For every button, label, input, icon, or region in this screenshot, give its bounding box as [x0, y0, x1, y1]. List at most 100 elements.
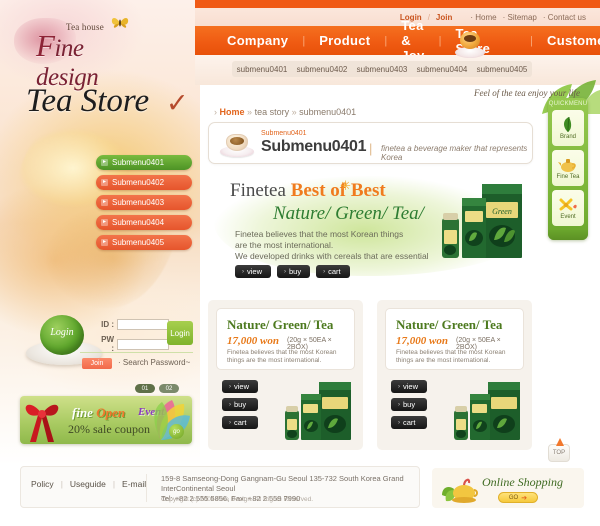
breadcrumb-tea-story[interactable]: tea story	[255, 107, 290, 117]
hero-cart-label: cart	[328, 267, 341, 276]
utility-contact-link[interactable]: · Contact us	[543, 13, 586, 22]
id-input[interactable]	[117, 319, 169, 330]
hero-cart-button[interactable]: › cart	[316, 265, 350, 278]
quickmenu-footer-strip	[548, 230, 588, 240]
quickmenu-panel: QUICKMENU Brand Fine Tea Event	[548, 98, 588, 240]
footer: Policy | Useguide | E-mail 159-8 Samseon…	[20, 466, 420, 508]
utility-home-label: Home	[475, 12, 497, 22]
sidebar-item-submenu0403[interactable]: ▸ Submenu0403	[96, 195, 192, 210]
star-icon: ✳	[340, 178, 351, 193]
event-banner-pagination: 01 02	[135, 384, 179, 393]
utility-sitemap-label: Sitemap	[507, 12, 537, 22]
nav-item-customer[interactable]: Customer	[533, 33, 600, 48]
hero-view-label: view	[247, 267, 263, 276]
title-teacup-icon	[220, 132, 254, 158]
utility-home-link[interactable]: · Home	[470, 13, 496, 22]
product-buy-label: buy	[403, 400, 416, 409]
arrow-icon: ›	[242, 268, 244, 275]
hero-description: Finetea believes that the most Korean th…	[235, 229, 429, 262]
hero-subtitle: Nature/ Green/ Tea/	[273, 203, 424, 224]
arrow-icon: ›	[398, 401, 400, 408]
event-tab-01[interactable]: 01	[135, 384, 155, 393]
product-buy-button[interactable]: › buy	[391, 398, 428, 411]
sidebar-item-submenu0404[interactable]: ▸ Submenu0404	[96, 215, 192, 230]
product-card-list: Nature/ Green/ Tea 17,000 won (20g × 50E…	[208, 300, 533, 450]
nav-item-company[interactable]: Company	[213, 33, 302, 48]
quickmenu-item-label: Fine Tea	[556, 174, 580, 180]
pw-input[interactable]	[117, 338, 169, 350]
footer-link-email[interactable]: E-mail	[122, 479, 146, 489]
header-top-strip	[195, 0, 600, 8]
utility-contact-label: Contact us	[547, 12, 586, 22]
sidebar-item-label: Submenu0403	[112, 198, 165, 207]
footer-link-policy[interactable]: Policy	[31, 479, 54, 489]
login-cup-label: Login	[50, 327, 74, 338]
quickmenu-item-event[interactable]: Event	[552, 190, 584, 226]
breadcrumb-separator: »	[247, 107, 253, 117]
join-button[interactable]: Join	[82, 358, 112, 369]
section-title-small: Submenu0401	[261, 130, 307, 137]
sidebar-item-label: Submenu0405	[112, 238, 165, 247]
search-password-link[interactable]: · Search Password~	[118, 358, 190, 367]
event-go-button[interactable]: go	[169, 424, 184, 439]
product-view-button[interactable]: › view	[222, 380, 259, 393]
product-view-button[interactable]: › view	[391, 380, 428, 393]
login-box: Login ID : PW : Login Join · Search Pass…	[20, 305, 195, 383]
hero-buy-button[interactable]: › buy	[277, 265, 311, 278]
product-price: 17,000 won	[396, 335, 448, 347]
footer-link-useguide[interactable]: Useguide	[70, 479, 106, 489]
product-card-info: Nature/ Green/ Tea 17,000 won (20g × 50E…	[216, 308, 355, 370]
title-cup-liquid	[230, 137, 244, 145]
product-cart-label: cart	[234, 418, 247, 427]
hero-finetea-word: Finetea	[230, 180, 291, 201]
scroll-to-top-button[interactable]: TOP	[548, 438, 570, 462]
teapot-with-leaves-icon	[442, 478, 478, 503]
submenu-link-0404[interactable]: submenu0404	[417, 65, 468, 74]
site-logo[interactable]: Tea house Fine design	[14, 8, 149, 91]
arrow-icon: ›	[229, 383, 231, 390]
product-title: Nature/ Green/ Tea	[227, 317, 334, 332]
product-card[interactable]: Nature/ Green/ Tea 17,000 won (20g × 50E…	[208, 300, 363, 450]
product-cart-button[interactable]: › cart	[391, 416, 428, 429]
go-label: GO	[508, 494, 519, 501]
footer-address-line1: 159-8 Samseong-Dong Gangnam-Gu Seoul 135…	[161, 474, 404, 493]
nav-teacup-icon	[455, 30, 485, 60]
sidebar-item-submenu0402[interactable]: ▸ Submenu0402	[96, 175, 192, 190]
leaf-icon	[564, 116, 572, 133]
breadcrumb-home[interactable]: Home	[220, 107, 245, 117]
flower-icon	[559, 198, 577, 210]
arrow-icon: ›	[398, 383, 400, 390]
submenu-link-0401[interactable]: submenu0401	[237, 65, 288, 74]
up-arrow-icon	[556, 438, 564, 446]
login-button[interactable]: Login	[167, 321, 193, 345]
id-label: ID :	[101, 320, 114, 329]
bullet-square-icon: ▸	[101, 219, 108, 226]
submenu-link-0402[interactable]: submenu0402	[297, 65, 348, 74]
arrow-icon: ›	[284, 268, 287, 275]
product-card[interactable]: Nature/ Green/ Tea 17,000 won (20g × 50E…	[377, 300, 532, 450]
submenu-link-0405[interactable]: submenu0405	[477, 65, 528, 74]
product-buy-button[interactable]: › buy	[222, 398, 259, 411]
nav-separator: |	[530, 34, 534, 47]
hero-view-button[interactable]: › view	[235, 265, 272, 278]
product-thumbnail-image	[454, 382, 520, 440]
quickmenu-item-fine-tea[interactable]: Fine Tea	[552, 150, 584, 186]
quickmenu-item-brand[interactable]: Brand	[552, 110, 584, 146]
product-description: Finetea believes that the most Korean th…	[396, 349, 506, 364]
sidebar-item-submenu0401[interactable]: ▸ Submenu0401	[96, 155, 192, 170]
online-shopping-go-button[interactable]: GO ➔	[498, 492, 538, 503]
utility-sitemap-link[interactable]: · Sitemap	[503, 13, 537, 22]
arrow-icon: ›	[229, 419, 231, 426]
submenu-link-0403[interactable]: submenu0403	[357, 65, 408, 74]
breadcrumb-separator: »	[291, 107, 297, 117]
sidebar-item-submenu0405[interactable]: ▸ Submenu0405	[96, 235, 192, 250]
nav-item-product[interactable]: Product	[305, 33, 384, 48]
product-cart-button[interactable]: › cart	[222, 416, 259, 429]
event-tab-02[interactable]: 02	[159, 384, 179, 393]
section-title-box: Submenu0401 Submenu0401 | finetea a beve…	[208, 122, 533, 164]
top-button-label: TOP	[552, 450, 566, 456]
pw-label: PW :	[101, 335, 114, 353]
hero-description-line3: We developed drinks with cereals that ar…	[235, 251, 429, 261]
event-promo-banner[interactable]: fine Open Event 20% sale coupon go	[20, 396, 192, 444]
online-shopping-box[interactable]: Online Shopping GO ➔	[432, 468, 584, 508]
